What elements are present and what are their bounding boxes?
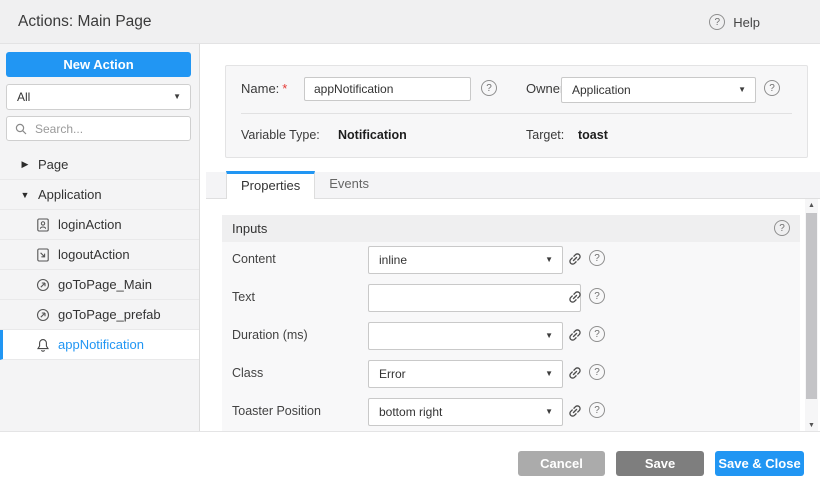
bind-variable-icon[interactable] — [567, 365, 583, 381]
chevron-down-icon: ▼ — [173, 93, 181, 101]
navigate-icon — [36, 308, 50, 322]
group-label: Application — [38, 187, 102, 202]
bind-variable-icon[interactable] — [567, 251, 583, 267]
owner-help-icon[interactable]: ? — [764, 80, 780, 96]
sidebar-item-loginaction[interactable]: loginAction — [0, 210, 199, 240]
target-label: Target: — [526, 128, 564, 142]
logout-action-icon — [36, 248, 50, 262]
field-label: Class — [232, 360, 263, 386]
save-button[interactable]: Save — [616, 451, 704, 476]
bell-icon — [36, 338, 50, 352]
footer-bar: Cancel Save Save & Close — [0, 431, 820, 491]
field-help-icon[interactable]: ? — [589, 402, 605, 418]
scroll-up-icon[interactable]: ▲ — [805, 199, 818, 211]
navigate-icon — [36, 278, 50, 292]
chevron-down-icon: ▼ — [545, 256, 553, 264]
chevron-down-icon: ▼ — [545, 408, 553, 416]
chevron-right-icon: ▶ — [18, 159, 32, 170]
sidebar-item-appnotification[interactable]: appNotification — [0, 330, 199, 360]
tree-item-label: goToPage_prefab — [58, 307, 161, 322]
detail-tabbar: Properties Events — [206, 172, 820, 199]
save-and-close-button[interactable]: Save & Close — [715, 451, 804, 476]
chevron-down-icon: ▼ — [738, 86, 746, 94]
action-detail-panel: Name:* ? Owner:* Application ▼ ? Variabl… — [206, 44, 820, 431]
field-help-icon[interactable]: ? — [589, 288, 605, 304]
vertical-scrollbar[interactable]: ▲ ▼ — [805, 199, 818, 431]
owner-select[interactable]: Application ▼ — [561, 77, 756, 103]
filter-selected-value: All — [17, 85, 30, 109]
field-label: Text — [232, 284, 255, 310]
actions-sidebar: New Action All ▼ ▶ Page ▼ Application lo… — [0, 44, 200, 431]
bind-variable-icon[interactable] — [567, 289, 583, 305]
sidebar-item-gotopage-main[interactable]: goToPage_Main — [0, 270, 199, 300]
help-button[interactable]: ? Help — [709, 0, 760, 44]
sidebar-group-page[interactable]: ▶ Page — [0, 150, 199, 180]
action-summary-box: Name:* ? Owner:* Application ▼ ? Variabl… — [225, 65, 808, 158]
field-row-duration: Duration (ms) ▼ ? — [222, 322, 800, 348]
variable-type-label: Variable Type: — [241, 128, 320, 142]
chevron-down-icon: ▼ — [18, 190, 32, 200]
sidebar-item-logoutaction[interactable]: logoutAction — [0, 240, 199, 270]
field-row-text: Text ? — [222, 284, 800, 310]
tree-item-label: appNotification — [58, 337, 144, 352]
duration-select[interactable]: ▼ — [368, 322, 563, 350]
search-icon — [15, 123, 27, 135]
name-help-icon[interactable]: ? — [481, 80, 497, 96]
sidebar-item-gotopage-prefab[interactable]: goToPage_prefab — [0, 300, 199, 330]
tree-item-label: logoutAction — [58, 247, 130, 262]
field-row-toaster-position: Toaster Position bottom right ▼ ? — [222, 398, 800, 424]
variable-type-value: Notification — [338, 128, 407, 142]
name-field[interactable] — [304, 77, 471, 101]
text-field[interactable] — [368, 284, 581, 312]
content-select[interactable]: inline ▼ — [368, 246, 563, 274]
required-marker: * — [282, 81, 287, 96]
field-row-class: Class Error ▼ ? — [222, 360, 800, 386]
inputs-help-icon[interactable]: ? — [774, 220, 790, 236]
owner-selected-value: Application — [572, 78, 631, 102]
field-help-icon[interactable]: ? — [589, 326, 605, 342]
field-help-icon[interactable]: ? — [589, 250, 605, 266]
toaster-position-select[interactable]: bottom right ▼ — [368, 398, 563, 426]
action-filter-select[interactable]: All ▼ — [6, 84, 191, 110]
name-label: Name:* — [241, 81, 287, 96]
actions-tree: ▶ Page ▼ Application loginAction logoutA… — [0, 150, 199, 360]
properties-tab-content: Inputs ? Content inline ▼ ? Text ? — [206, 199, 820, 431]
login-action-icon — [36, 218, 50, 232]
cancel-button[interactable]: Cancel — [518, 451, 605, 476]
sidebar-group-application[interactable]: ▼ Application — [0, 180, 199, 210]
target-value: toast — [578, 128, 608, 142]
bind-variable-icon[interactable] — [567, 327, 583, 343]
class-select[interactable]: Error ▼ — [368, 360, 563, 388]
help-label: Help — [733, 15, 760, 30]
chevron-down-icon: ▼ — [545, 370, 553, 378]
tree-item-label: goToPage_Main — [58, 277, 152, 292]
field-label: Toaster Position — [232, 398, 321, 424]
tab-properties[interactable]: Properties — [226, 171, 315, 199]
field-row-content: Content inline ▼ ? — [222, 246, 800, 272]
field-help-icon[interactable]: ? — [589, 364, 605, 380]
new-action-button[interactable]: New Action — [6, 52, 191, 77]
group-label: Page — [38, 157, 68, 172]
inputs-section: Inputs ? Content inline ▼ ? Text ? — [222, 215, 800, 431]
search-input[interactable] — [33, 121, 192, 137]
bind-variable-icon[interactable] — [567, 403, 583, 419]
page-title: Actions: Main Page — [18, 0, 152, 44]
divider — [241, 113, 792, 114]
search-box[interactable] — [6, 116, 191, 141]
inputs-section-header: Inputs ? — [222, 215, 800, 242]
field-label: Content — [232, 246, 276, 272]
field-label: Duration (ms) — [232, 322, 308, 348]
scrollbar-thumb[interactable] — [806, 213, 817, 399]
help-icon: ? — [709, 14, 725, 30]
inputs-section-title: Inputs — [232, 215, 267, 242]
tab-events[interactable]: Events — [315, 171, 383, 198]
scroll-down-icon[interactable]: ▼ — [805, 419, 818, 431]
window-header: Actions: Main Page ? Help — [0, 0, 820, 44]
tree-item-label: loginAction — [58, 217, 122, 232]
chevron-down-icon: ▼ — [545, 332, 553, 340]
